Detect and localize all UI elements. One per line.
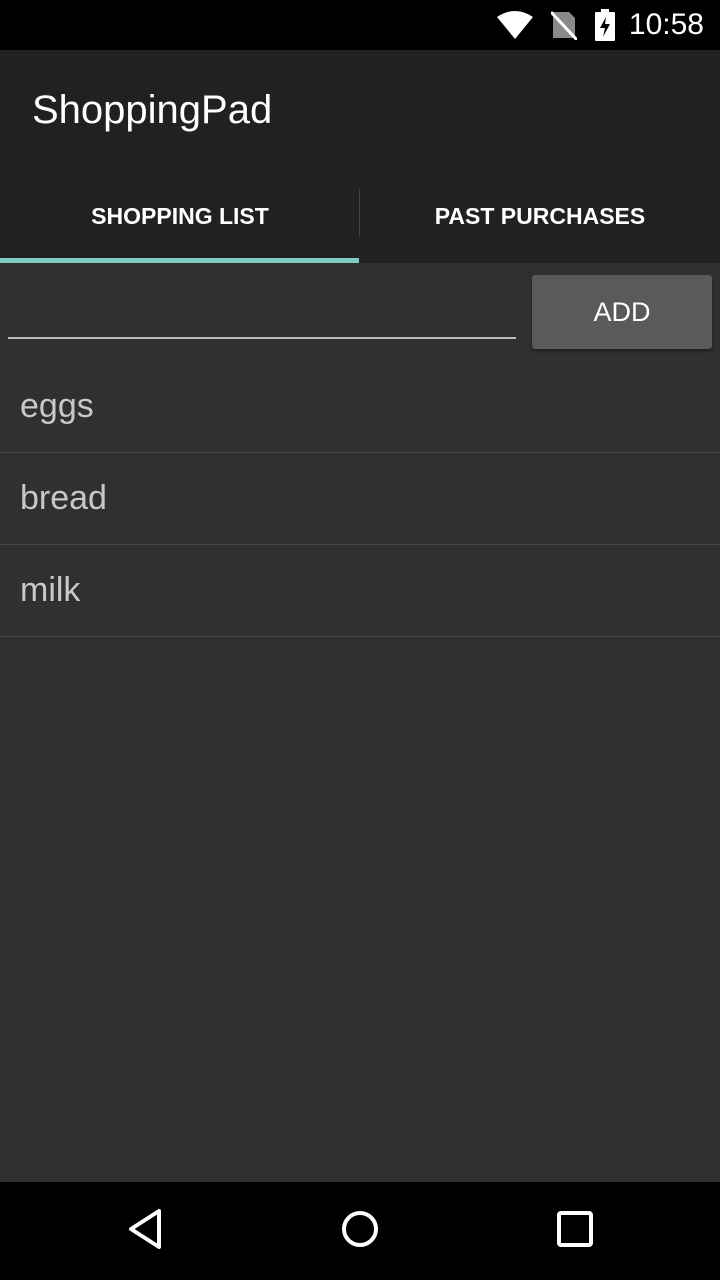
back-icon	[125, 1207, 165, 1256]
item-input[interactable]	[8, 283, 516, 339]
action-bar: ShoppingPad	[0, 50, 720, 170]
no-sim-icon	[550, 10, 577, 40]
back-button[interactable]	[110, 1206, 180, 1256]
shopping-list: eggs bread milk	[0, 361, 720, 637]
home-button[interactable]	[325, 1206, 395, 1256]
battery-charging-icon	[594, 9, 615, 41]
list-item[interactable]: eggs	[0, 361, 720, 453]
recents-icon	[556, 1210, 594, 1253]
list-item[interactable]: bread	[0, 453, 720, 545]
recents-button[interactable]	[540, 1206, 610, 1256]
home-icon	[340, 1209, 380, 1254]
tab-past-purchases[interactable]: PAST PURCHASES	[360, 170, 720, 263]
app-title: ShoppingPad	[32, 87, 273, 132]
status-bar: 10:58	[0, 0, 720, 50]
wifi-icon	[496, 11, 533, 39]
navigation-bar	[0, 1182, 720, 1280]
add-item-row: ADD	[0, 263, 720, 361]
tab-bar: SHOPPING LIST PAST PURCHASES	[0, 170, 720, 263]
list-item[interactable]: milk	[0, 545, 720, 637]
status-time: 10:58	[628, 8, 704, 41]
tab-label: PAST PURCHASES	[434, 203, 646, 229]
tab-label: SHOPPING LIST	[91, 203, 269, 229]
tab-shopping-list[interactable]: SHOPPING LIST	[0, 170, 360, 263]
add-button[interactable]: ADD	[532, 275, 712, 349]
